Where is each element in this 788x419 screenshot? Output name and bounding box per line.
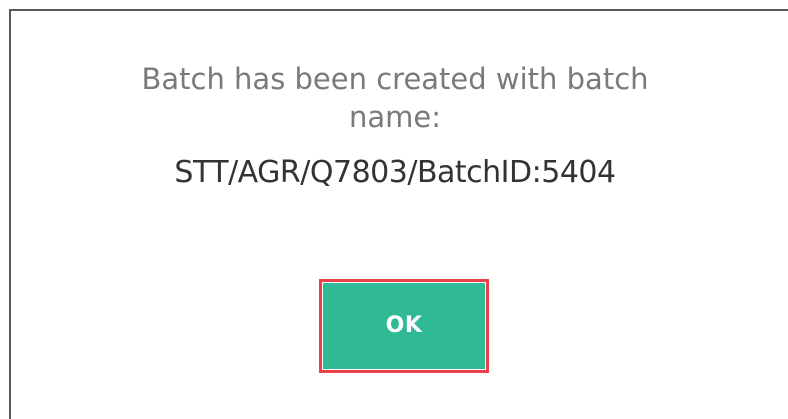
dialog-message: Batch has been created with batch name:: [0, 60, 788, 136]
batch-name-value: STT/AGR/Q7803/BatchID:5404: [174, 155, 616, 190]
message-line-1: Batch has been created with batch: [141, 62, 649, 96]
ok-button[interactable]: OK: [323, 283, 485, 369]
message-line-2: name:: [348, 100, 441, 134]
